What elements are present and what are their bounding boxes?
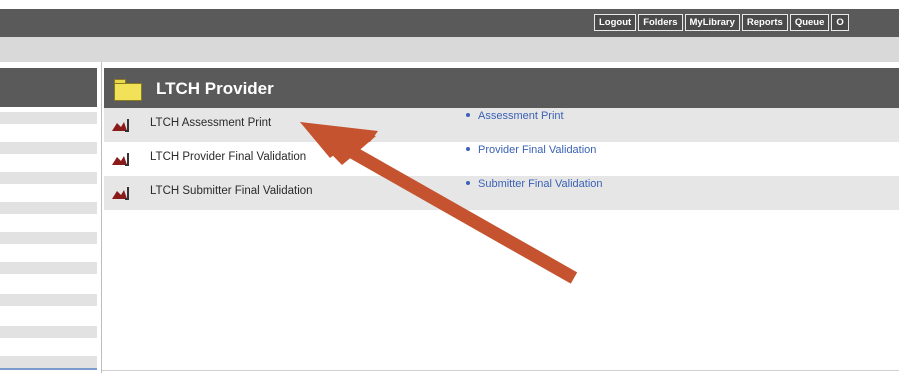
report-label[interactable]: LTCH Provider Final Validation — [150, 151, 306, 163]
left-panel-row[interactable] — [0, 326, 97, 338]
folder-icon — [114, 79, 142, 101]
report-label[interactable]: LTCH Submitter Final Validation — [150, 185, 313, 197]
overflow-button[interactable]: O — [831, 14, 849, 31]
left-panel-row[interactable] — [0, 202, 97, 214]
report-icon — [111, 117, 131, 133]
folder-header: LTCH Provider — [104, 68, 899, 108]
left-panel-bottom-border — [0, 368, 97, 370]
sub-bar — [0, 37, 899, 62]
list-item[interactable]: LTCH Provider Final Validation Provider … — [104, 142, 899, 176]
list-item[interactable]: LTCH Submitter Final Validation Submitte… — [104, 176, 899, 210]
mylibrary-button[interactable]: MyLibrary — [684, 14, 740, 31]
report-link[interactable]: Provider Final Validation — [466, 144, 596, 156]
left-panel-row[interactable] — [0, 112, 97, 124]
report-link[interactable]: Submitter Final Validation — [466, 178, 603, 190]
left-panel-row[interactable] — [0, 142, 97, 154]
folder-title: LTCH Provider — [156, 79, 274, 98]
left-panel-header — [0, 68, 97, 107]
report-label[interactable]: LTCH Assessment Print — [150, 117, 271, 129]
left-panel-row[interactable] — [0, 172, 97, 184]
report-icon — [111, 151, 131, 167]
main-panel-bottom-border — [102, 370, 899, 371]
main-panel: LTCH Provider LTCH Assessment Print Asse… — [101, 62, 899, 373]
left-panel-row[interactable] — [0, 294, 97, 306]
left-panel-row[interactable] — [0, 232, 97, 244]
bullet-icon — [466, 113, 470, 118]
list-item[interactable]: LTCH Assessment Print Assessment Print — [104, 108, 899, 142]
queue-button[interactable]: Queue — [789, 14, 830, 31]
reports-button[interactable]: Reports — [741, 14, 788, 31]
report-link[interactable]: Assessment Print — [466, 110, 564, 122]
bullet-icon — [466, 147, 470, 152]
folders-button[interactable]: Folders — [638, 14, 683, 31]
bullet-icon — [466, 181, 470, 186]
left-panel — [0, 62, 100, 373]
left-panel-row[interactable] — [0, 356, 97, 368]
top-nav: Logout Folders MyLibrary Reports Queue O — [594, 14, 851, 31]
left-panel-row[interactable] — [0, 262, 97, 274]
report-icon — [111, 185, 131, 201]
logout-button[interactable]: Logout — [594, 14, 637, 31]
